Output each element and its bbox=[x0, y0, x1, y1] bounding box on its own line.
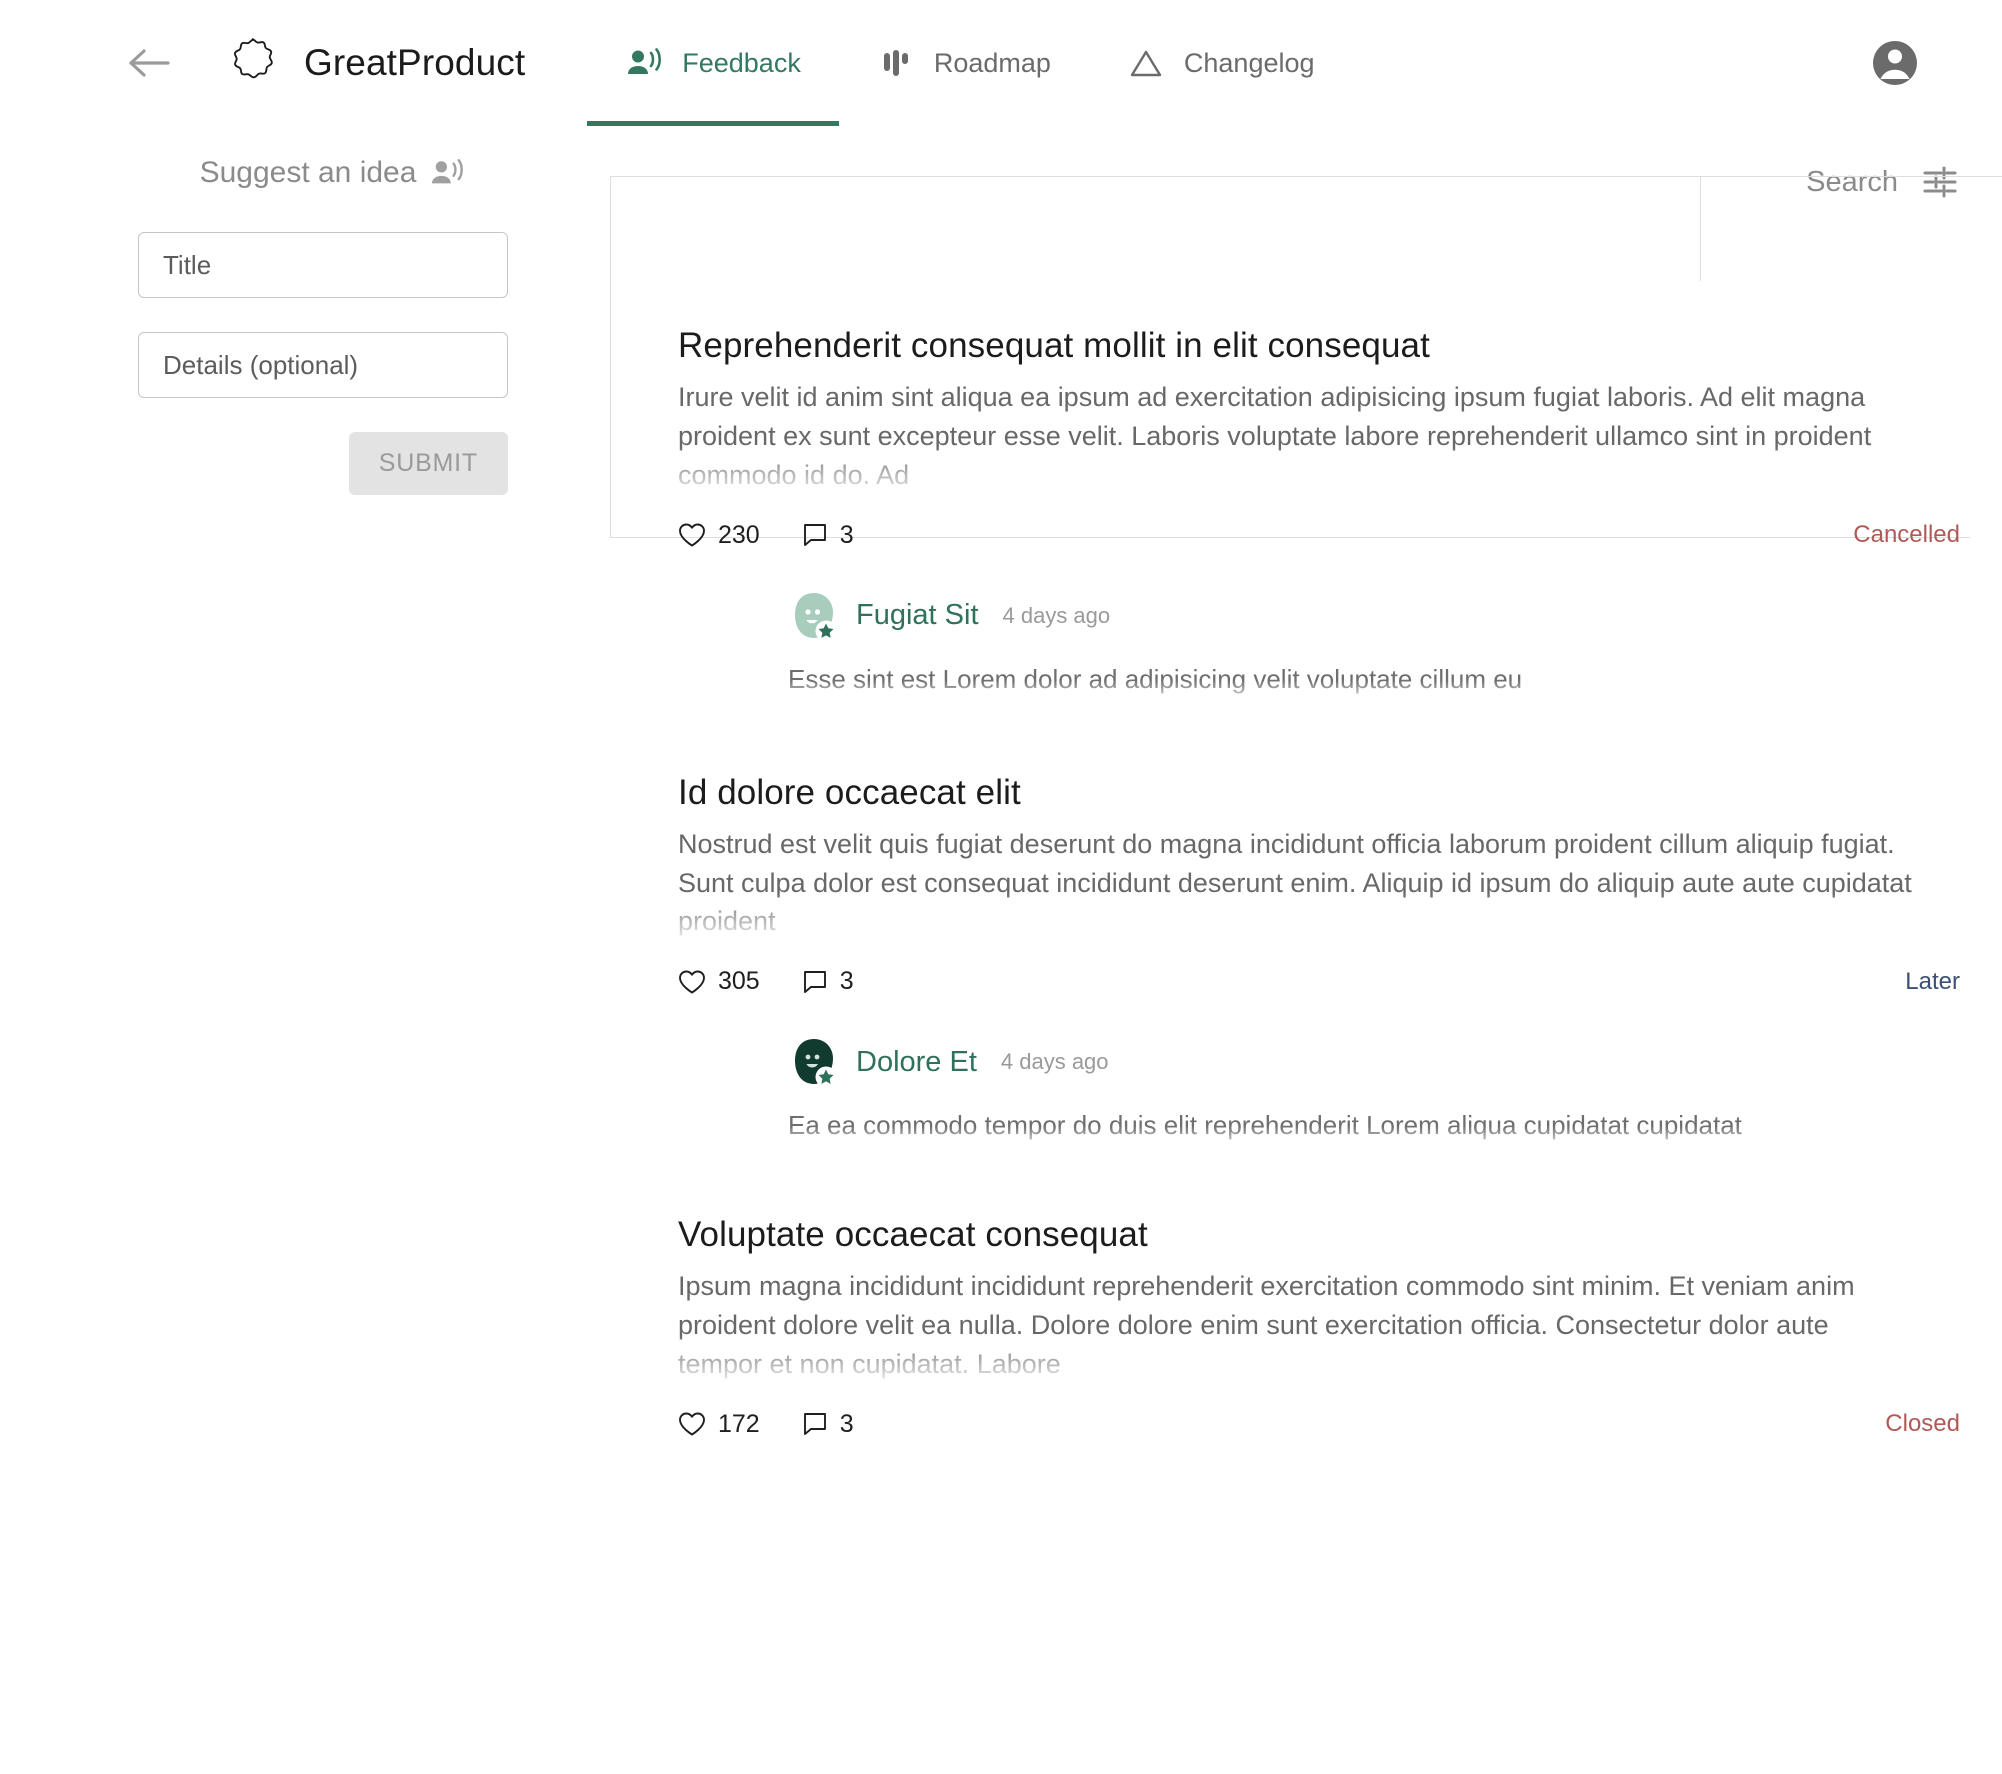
like-count: 172 bbox=[718, 1410, 760, 1439]
comment-count: 3 bbox=[840, 967, 854, 996]
post-comment: Dolore Et 4 days ago Ea ea commodo tempo… bbox=[678, 1036, 2002, 1145]
tab-changelog-label: Changelog bbox=[1184, 48, 1315, 79]
post-title: Voluptate occaecat consequat bbox=[678, 1215, 2002, 1255]
post-body: Nostrud est velit quis fugiat deserunt d… bbox=[678, 825, 1918, 942]
comment-outline-icon bbox=[802, 969, 828, 995]
tab-feedback[interactable]: Feedback bbox=[587, 0, 839, 126]
avatar bbox=[788, 590, 840, 642]
comment-button[interactable]: 3 bbox=[802, 967, 854, 996]
like-count: 230 bbox=[718, 521, 760, 550]
arrow-left-icon bbox=[128, 46, 172, 80]
roadmap-bars-icon bbox=[877, 44, 915, 82]
comment-timestamp: 4 days ago bbox=[1003, 603, 1111, 629]
feedback-item[interactable]: Voluptate occaecat consequat Ipsum magna… bbox=[678, 1215, 2002, 1439]
comment-header: Dolore Et 4 days ago bbox=[788, 1036, 2002, 1088]
account-circle-icon bbox=[1870, 38, 1920, 88]
suggest-idea-sidebar: Suggest an idea SUBMIT bbox=[0, 156, 600, 495]
like-button[interactable]: 230 bbox=[678, 521, 760, 550]
suggest-idea-heading: Suggest an idea bbox=[156, 156, 508, 190]
comment-outline-icon bbox=[802, 1411, 828, 1437]
post-meta: 230 3 Cancelled bbox=[678, 521, 2002, 550]
record-voice-icon bbox=[430, 158, 464, 188]
feedback-item[interactable]: Id dolore occaecat elit Nostrud est veli… bbox=[678, 773, 2002, 1146]
suggest-idea-label: Suggest an idea bbox=[200, 156, 417, 190]
avatar bbox=[788, 1036, 840, 1088]
post-title: Reprehenderit consequat mollit in elit c… bbox=[678, 326, 2002, 366]
heart-outline-icon bbox=[678, 522, 706, 548]
post-body: Irure velit id anim sint aliqua ea ipsum… bbox=[678, 378, 1918, 495]
page-body: Suggest an idea SUBMIT bbox=[0, 126, 2002, 1505]
comment-author[interactable]: Fugiat Sit bbox=[856, 599, 979, 632]
post-title: Id dolore occaecat elit bbox=[678, 773, 2002, 813]
status-badge: Cancelled bbox=[1853, 521, 1960, 549]
gear-outline-icon bbox=[224, 35, 280, 91]
like-button[interactable]: 172 bbox=[678, 1410, 760, 1439]
app-header: GreatProduct Feedback R bbox=[0, 0, 2002, 126]
comment-header: Fugiat Sit 4 days ago bbox=[788, 590, 2002, 642]
comment-count: 3 bbox=[840, 1410, 854, 1439]
tab-roadmap-label: Roadmap bbox=[934, 48, 1051, 79]
idea-title-input[interactable] bbox=[138, 232, 508, 298]
post-meta: 172 3 Closed bbox=[678, 1410, 2002, 1439]
comment-text: Ea ea commodo tempor do duis elit repreh… bbox=[788, 1106, 1838, 1145]
submit-button[interactable]: SUBMIT bbox=[349, 432, 508, 495]
tune-icon[interactable] bbox=[1920, 162, 1960, 202]
comment-timestamp: 4 days ago bbox=[1001, 1049, 1109, 1075]
like-count: 305 bbox=[718, 967, 760, 996]
tab-changelog[interactable]: Changelog bbox=[1089, 0, 1353, 126]
post-body: Ipsum magna incididunt incididunt repreh… bbox=[678, 1267, 1918, 1384]
comment-button[interactable]: 3 bbox=[802, 521, 854, 550]
comment-count: 3 bbox=[840, 521, 854, 550]
record-voice-icon bbox=[625, 44, 663, 82]
brand-home-link[interactable]: GreatProduct bbox=[224, 35, 525, 91]
search-row bbox=[600, 156, 2002, 208]
comment-text: Esse sint est Lorem dolor ad adipisicing… bbox=[788, 660, 1968, 699]
tab-roadmap[interactable]: Roadmap bbox=[839, 0, 1089, 126]
like-button[interactable]: 305 bbox=[678, 967, 760, 996]
main-tabs: Feedback Roadmap Changelog bbox=[587, 0, 1352, 126]
post-1[interactable]: Reprehenderit consequat mollit in elit c… bbox=[678, 326, 2002, 550]
account-button[interactable] bbox=[1868, 36, 1922, 90]
post-3[interactable]: Voluptate occaecat consequat Ipsum magna… bbox=[678, 1215, 2002, 1439]
idea-details-input[interactable] bbox=[138, 332, 508, 398]
triangle-outline-icon bbox=[1127, 44, 1165, 82]
status-badge: Later bbox=[1905, 968, 1960, 996]
tab-feedback-label: Feedback bbox=[682, 48, 801, 79]
comment-button[interactable]: 3 bbox=[802, 1410, 854, 1439]
search-input[interactable] bbox=[1638, 166, 1898, 199]
post-comment: Fugiat Sit 4 days ago Esse sint est Lore… bbox=[678, 590, 2002, 699]
product-name: GreatProduct bbox=[304, 42, 525, 84]
post-meta: 305 3 Later bbox=[678, 967, 2002, 996]
heart-outline-icon bbox=[678, 1411, 706, 1437]
submit-row: SUBMIT bbox=[138, 432, 508, 495]
back-button[interactable] bbox=[124, 37, 176, 89]
heart-outline-icon bbox=[678, 969, 706, 995]
feedback-main: Reprehenderit consequat mollit in elit c… bbox=[600, 156, 2002, 1505]
status-badge: Closed bbox=[1885, 1410, 1960, 1438]
feedback-item[interactable]: Reprehenderit consequat mollit in elit c… bbox=[678, 326, 2002, 699]
comment-author[interactable]: Dolore Et bbox=[856, 1046, 977, 1079]
post-2[interactable]: Id dolore occaecat elit Nostrud est veli… bbox=[678, 773, 2002, 997]
feedback-list: Reprehenderit consequat mollit in elit c… bbox=[600, 326, 2002, 1439]
comment-outline-icon bbox=[802, 522, 828, 548]
